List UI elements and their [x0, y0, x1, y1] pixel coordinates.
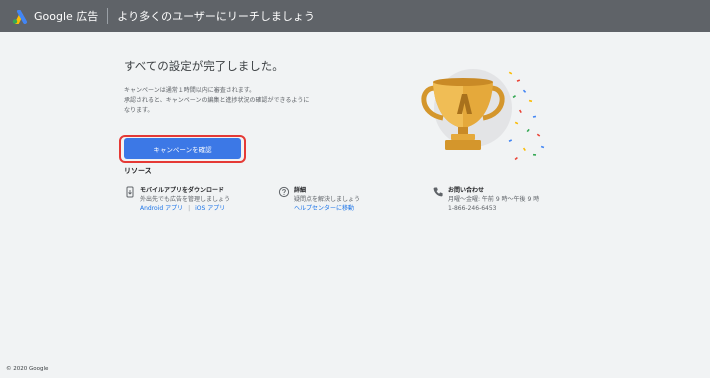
link-separator: |	[188, 205, 191, 212]
contact-phone: 1-866-246-6453	[448, 205, 497, 212]
help-icon	[278, 186, 290, 198]
phone-download-icon	[124, 186, 136, 198]
resource-contact: お問い合わせ 月曜〜金曜: 午前 9 時〜午後 9 時 1-866-246-64…	[432, 186, 562, 216]
details-subtitle: 疑問点を解決しましょう	[294, 196, 361, 203]
ios-app-link[interactable]: iOS アプリ	[195, 205, 225, 212]
top-bar: Google 広告 より多くのユーザーにリーチしましょう	[0, 0, 710, 32]
resources-heading: リソース	[124, 167, 152, 175]
google-ads-logo-icon[interactable]	[12, 9, 28, 25]
page-title: すべての設定が完了しました。	[124, 59, 284, 73]
brand-name[interactable]: Google 広告	[34, 8, 98, 24]
help-center-link[interactable]: ヘルプセンターに移動	[294, 204, 360, 213]
details-title: 詳細	[294, 187, 307, 194]
trophy-illustration	[405, 66, 550, 166]
android-app-link[interactable]: Android アプリ	[140, 205, 183, 212]
description-line-1: キャンペーンは通常１時間以内に審査されます。	[124, 87, 256, 94]
header-tagline: より多くのユーザーにリーチしましょう	[117, 10, 315, 23]
resource-details: 詳細 疑問点を解決しましょう ヘルプセンターに移動	[278, 186, 408, 216]
header-divider	[107, 8, 109, 24]
contact-hours: 月曜〜金曜: 午前 9 時〜午後 9 時	[448, 196, 540, 203]
description-line-3: なります。	[124, 107, 154, 114]
mobile-app-title: モバイルアプリをダウンロード	[140, 187, 225, 194]
review-description: キャンペーンは通常１時間以内に審査されます。 承認されると、キャンペーンの編集と…	[124, 86, 344, 116]
phone-icon	[432, 186, 444, 198]
contact-title: お問い合わせ	[448, 187, 485, 194]
copyright-footer: © 2020 Google	[6, 366, 49, 372]
mobile-app-subtitle: 外出先でも広告を管理しましょう	[140, 196, 231, 203]
review-campaign-button[interactable]: キャンペーンを確認	[124, 138, 241, 159]
description-line-2: 承認されると、キャンペーンの編集と進捗状況の確認ができるように	[124, 97, 310, 104]
resource-mobile-app: モバイルアプリをダウンロード 外出先でも広告を管理しましょう Android ア…	[124, 186, 274, 216]
